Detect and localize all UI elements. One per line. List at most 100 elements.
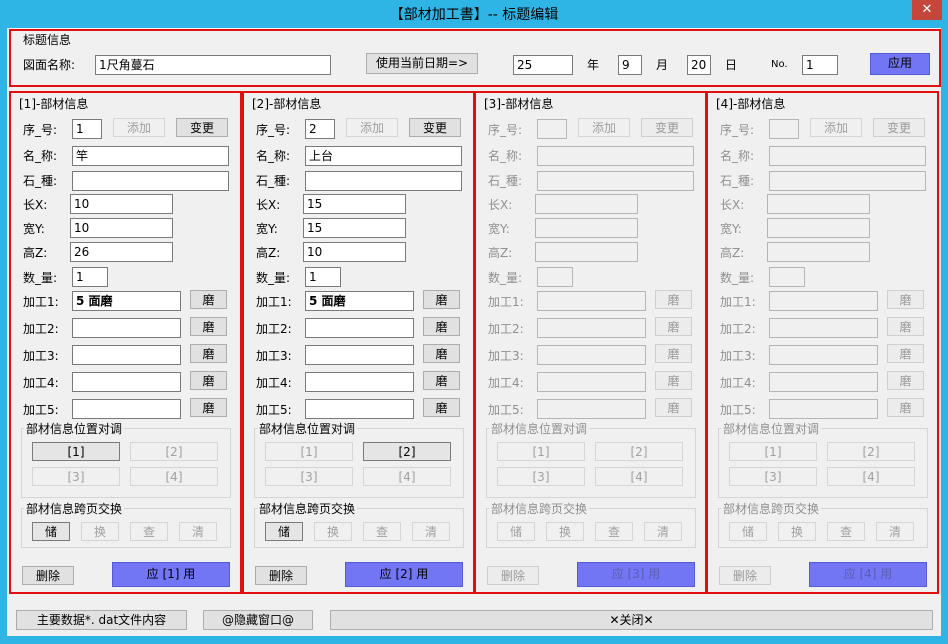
width-y-input[interactable] xyxy=(535,218,638,238)
no-input[interactable]: 1 xyxy=(802,55,838,75)
add-button[interactable]: 添加 xyxy=(578,118,630,137)
quantity-input[interactable]: 1 xyxy=(72,267,108,287)
height-z-input[interactable] xyxy=(767,242,870,262)
process-4-input[interactable] xyxy=(537,372,646,392)
process-2-input[interactable] xyxy=(537,318,646,338)
process-3-input[interactable] xyxy=(72,345,181,365)
grind-5-button[interactable]: 磨 xyxy=(655,398,692,417)
grind-3-button[interactable]: 磨 xyxy=(655,344,692,363)
lookup-button[interactable]: 查 xyxy=(595,522,633,541)
apply-panel-button[interactable]: 应 [4] 用 xyxy=(809,562,927,587)
swap-to-1-button[interactable]: [1] xyxy=(32,442,120,461)
process-4-input[interactable] xyxy=(305,372,414,392)
grind-2-button[interactable]: 磨 xyxy=(655,317,692,336)
process-4-input[interactable] xyxy=(769,372,878,392)
process-2-input[interactable] xyxy=(769,318,878,338)
width-y-input[interactable] xyxy=(767,218,870,238)
grind-1-button[interactable]: 磨 xyxy=(423,290,460,309)
swap-to-3-button[interactable]: [3] xyxy=(729,467,817,486)
apply-panel-button[interactable]: 应 [2] 用 xyxy=(345,562,463,587)
process-1-input[interactable] xyxy=(537,291,646,311)
clear-button[interactable]: 清 xyxy=(179,522,217,541)
add-button[interactable]: 添加 xyxy=(810,118,862,137)
quantity-input[interactable] xyxy=(769,267,805,287)
store-button[interactable]: 储 xyxy=(32,522,70,541)
name-input[interactable] xyxy=(769,146,926,166)
seq-input[interactable] xyxy=(537,119,567,139)
swap-to-3-button[interactable]: [3] xyxy=(497,467,585,486)
change-button[interactable]: 变更 xyxy=(409,118,461,137)
store-button[interactable]: 储 xyxy=(265,522,303,541)
process-1-input[interactable]: 5 面磨 xyxy=(305,291,414,311)
clear-button[interactable]: 清 xyxy=(412,522,450,541)
exchange-button[interactable]: 换 xyxy=(778,522,816,541)
grind-2-button[interactable]: 磨 xyxy=(423,317,460,336)
swap-to-3-button[interactable]: [3] xyxy=(32,467,120,486)
process-3-input[interactable] xyxy=(305,345,414,365)
length-x-input[interactable]: 15 xyxy=(303,194,406,214)
main-data-file-button[interactable]: 主要数据*. dat文件内容 xyxy=(16,610,187,630)
year-input[interactable]: 25 xyxy=(513,55,573,75)
swap-to-4-button[interactable]: [4] xyxy=(130,467,218,486)
change-button[interactable]: 变更 xyxy=(641,118,693,137)
process-3-input[interactable] xyxy=(769,345,878,365)
grind-3-button[interactable]: 磨 xyxy=(190,344,227,363)
grind-4-button[interactable]: 磨 xyxy=(423,371,460,390)
change-button[interactable]: 变更 xyxy=(873,118,925,137)
grind-5-button[interactable]: 磨 xyxy=(887,398,924,417)
height-z-input[interactable]: 10 xyxy=(303,242,406,262)
swap-to-2-button[interactable]: [2] xyxy=(363,442,451,461)
grind-3-button[interactable]: 磨 xyxy=(423,344,460,363)
store-button[interactable]: 储 xyxy=(729,522,767,541)
grind-4-button[interactable]: 磨 xyxy=(655,371,692,390)
process-5-input[interactable] xyxy=(769,399,878,419)
length-x-input[interactable]: 10 xyxy=(70,194,173,214)
swap-to-1-button[interactable]: [1] xyxy=(729,442,817,461)
lookup-button[interactable]: 查 xyxy=(827,522,865,541)
width-y-input[interactable]: 10 xyxy=(70,218,173,238)
process-1-input[interactable]: 5 面磨 xyxy=(72,291,181,311)
apply-panel-button[interactable]: 应 [3] 用 xyxy=(577,562,695,587)
grind-1-button[interactable]: 磨 xyxy=(190,290,227,309)
add-button[interactable]: 添加 xyxy=(346,118,398,137)
length-x-input[interactable] xyxy=(535,194,638,214)
process-1-input[interactable] xyxy=(769,291,878,311)
add-button[interactable]: 添加 xyxy=(113,118,165,137)
change-button[interactable]: 变更 xyxy=(176,118,228,137)
stone-type-input[interactable] xyxy=(305,171,462,191)
grind-2-button[interactable]: 磨 xyxy=(190,317,227,336)
use-current-date-button[interactable]: 使用当前日期=> xyxy=(366,53,478,74)
quantity-input[interactable]: 1 xyxy=(305,267,341,287)
swap-to-3-button[interactable]: [3] xyxy=(265,467,353,486)
grind-4-button[interactable]: 磨 xyxy=(887,371,924,390)
stone-type-input[interactable] xyxy=(537,171,694,191)
name-input[interactable] xyxy=(537,146,694,166)
quantity-input[interactable] xyxy=(537,267,573,287)
drawing-name-input[interactable]: 1尺角蔓石 xyxy=(95,55,331,75)
seq-input[interactable] xyxy=(769,119,799,139)
stone-type-input[interactable] xyxy=(72,171,229,191)
swap-to-2-button[interactable]: [2] xyxy=(595,442,683,461)
seq-input[interactable]: 2 xyxy=(305,119,335,139)
lookup-button[interactable]: 查 xyxy=(130,522,168,541)
width-y-input[interactable]: 15 xyxy=(303,218,406,238)
swap-to-1-button[interactable]: [1] xyxy=(497,442,585,461)
clear-button[interactable]: 清 xyxy=(644,522,682,541)
process-2-input[interactable] xyxy=(72,318,181,338)
length-x-input[interactable] xyxy=(767,194,870,214)
month-input[interactable]: 9 xyxy=(618,55,642,75)
exchange-button[interactable]: 换 xyxy=(81,522,119,541)
process-5-input[interactable] xyxy=(537,399,646,419)
swap-to-2-button[interactable]: [2] xyxy=(827,442,915,461)
delete-button[interactable]: 删除 xyxy=(22,566,74,585)
delete-button[interactable]: 删除 xyxy=(255,566,307,585)
grind-2-button[interactable]: 磨 xyxy=(887,317,924,336)
swap-to-2-button[interactable]: [2] xyxy=(130,442,218,461)
grind-1-button[interactable]: 磨 xyxy=(655,290,692,309)
apply-panel-button[interactable]: 应 [1] 用 xyxy=(112,562,230,587)
grind-3-button[interactable]: 磨 xyxy=(887,344,924,363)
process-2-input[interactable] xyxy=(305,318,414,338)
swap-to-1-button[interactable]: [1] xyxy=(265,442,353,461)
process-5-input[interactable] xyxy=(305,399,414,419)
grind-4-button[interactable]: 磨 xyxy=(190,371,227,390)
